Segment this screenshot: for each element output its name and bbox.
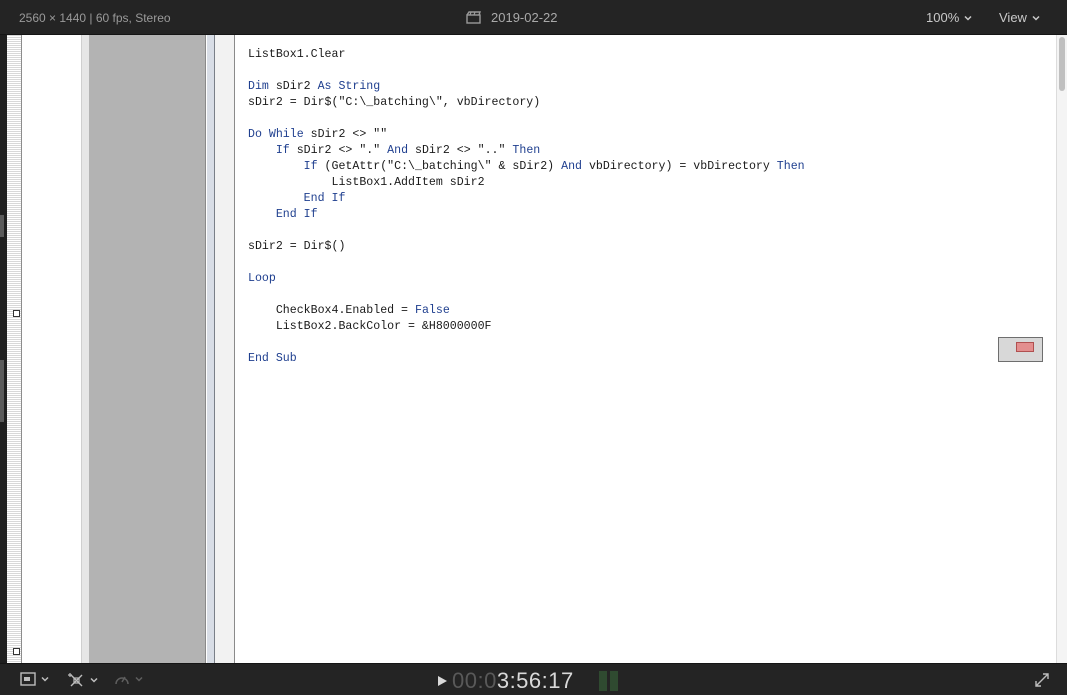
code-line: End If <box>248 207 805 223</box>
code-text: ListBox1.Clear Dim sDir2 As String sDir2 =… <box>248 47 805 367</box>
audio-meters[interactable] <box>599 671 618 691</box>
code-keyword: And <box>387 144 409 157</box>
code-token: sDir2 <box>268 80 318 93</box>
zoom-level: 100% <box>926 10 960 25</box>
code-line: End Sub <box>248 351 805 367</box>
code-keyword: Then <box>512 144 541 157</box>
code-token: sDir2 = Dir$("C:\_batching\", vbDirector… <box>248 96 541 109</box>
viewer-window: 2560 × 1440 | 60 fps, Stereo 2019-02-22 … <box>0 0 1067 695</box>
minimized-window-thumbnail[interactable] <box>998 337 1043 362</box>
fullscreen-icon[interactable] <box>1034 672 1050 688</box>
chevron-down-icon <box>90 677 98 683</box>
scroll-thumb[interactable] <box>1059 37 1065 91</box>
audio-meter-right <box>610 671 618 691</box>
thumbnail-image <box>1016 342 1034 352</box>
timecode-leading: 00:0 <box>452 668 497 693</box>
code-token: (GetAttr("C:\_batching\" & sDir2) <box>317 160 562 173</box>
panel-column <box>22 35 81 663</box>
zoom-menu[interactable]: 100% <box>926 10 972 25</box>
code-margin <box>215 35 235 663</box>
code-token: sDir2 <> "" <box>303 128 388 141</box>
view-label: View <box>999 10 1027 25</box>
audio-meter-left <box>599 671 607 691</box>
code-line: Do While sDir2 <> "" <box>248 127 805 143</box>
dotted-panel <box>7 35 22 663</box>
code-token: ListBox2.BackColor = &H8000000F <box>248 320 492 333</box>
transform-icon <box>68 673 83 687</box>
gray-panel <box>89 35 206 663</box>
code-line: ListBox1.Clear <box>248 47 805 63</box>
code-keyword: If <box>303 160 318 173</box>
code-token: sDir2 <> ".." <box>408 144 513 157</box>
play-icon[interactable] <box>436 675 448 687</box>
code-line: ListBox1.AddItem sDir2 <box>248 175 805 191</box>
vertical-scrollbar[interactable] <box>1056 35 1067 663</box>
resize-handle[interactable] <box>13 648 20 655</box>
code-token: ListBox1.AddItem sDir2 <box>248 176 485 189</box>
code-keyword: Dim <box>248 80 269 93</box>
edge-marker <box>0 215 4 237</box>
code-keyword: As String <box>317 80 381 93</box>
view-menu[interactable]: View <box>999 10 1040 25</box>
chevron-down-icon <box>964 15 972 21</box>
timecode-value: 3:56:17 <box>496 668 574 693</box>
transform-menu[interactable] <box>68 672 98 688</box>
code-line: CheckBox4.Enabled = False <box>248 303 805 319</box>
code-keyword: End If <box>275 208 318 221</box>
layout-menu[interactable] <box>20 672 49 686</box>
code-keyword: False <box>414 304 450 317</box>
code-line: sDir2 = Dir$() <box>248 239 805 255</box>
code-keyword: Loop <box>248 272 276 285</box>
code-token: ListBox1.Clear <box>248 48 346 61</box>
code-line: sDir2 = Dir$("C:\_batching\", vbDirector… <box>248 95 805 111</box>
retime-menu[interactable] <box>114 672 143 686</box>
code-line: End If <box>248 191 805 207</box>
code-token: vbDirectory) = vbDirectory <box>581 160 777 173</box>
panel-divider <box>81 35 89 663</box>
video-frame[interactable]: ListBox1.Clear Dim sDir2 As String sDir2 =… <box>7 35 1067 663</box>
code-token: sDir2 <> "." <box>289 144 388 157</box>
code-token: sDir2 = Dir$() <box>248 240 346 253</box>
chevron-down-icon <box>41 676 49 682</box>
chevron-down-icon <box>135 676 143 682</box>
code-token: CheckBox4.Enabled = <box>248 304 415 317</box>
code-line: Loop <box>248 271 805 287</box>
code-keyword: End Sub <box>248 352 297 365</box>
code-keyword: And <box>561 160 582 173</box>
code-keyword: If <box>275 144 290 157</box>
code-keyword: End If <box>303 192 346 205</box>
speedometer-icon <box>115 676 129 685</box>
viewer-header: 2560 × 1440 | 60 fps, Stereo 2019-02-22 … <box>0 0 1067 35</box>
code-editor[interactable]: ListBox1.Clear Dim sDir2 As String sDir2 =… <box>236 35 1056 663</box>
viewer-footer: 00:0 3:56:17 <box>0 663 1067 695</box>
editor-border <box>207 35 215 663</box>
clapperboard-icon <box>466 11 481 24</box>
clip-date: 2019-02-22 <box>491 10 558 25</box>
code-line: If (GetAttr("C:\_batching\" & sDir2) And… <box>248 159 805 175</box>
code-line: Dim sDir2 As String <box>248 79 805 95</box>
code-line: If sDir2 <> "." And sDir2 <> ".." Then <box>248 143 805 159</box>
resize-handle[interactable] <box>13 310 20 317</box>
code-keyword: Do While <box>248 128 304 141</box>
code-keyword: Then <box>776 160 805 173</box>
edge-marker <box>0 360 4 422</box>
chevron-down-icon <box>1032 15 1040 21</box>
format-info: 2560 × 1440 | 60 fps, Stereo <box>19 11 171 25</box>
clip-title[interactable]: 2019-02-22 <box>466 10 558 25</box>
code-line: ListBox2.BackColor = &H8000000F <box>248 319 805 335</box>
timecode-display[interactable]: 00:0 3:56:17 <box>436 668 574 694</box>
layout-icon <box>20 672 36 686</box>
